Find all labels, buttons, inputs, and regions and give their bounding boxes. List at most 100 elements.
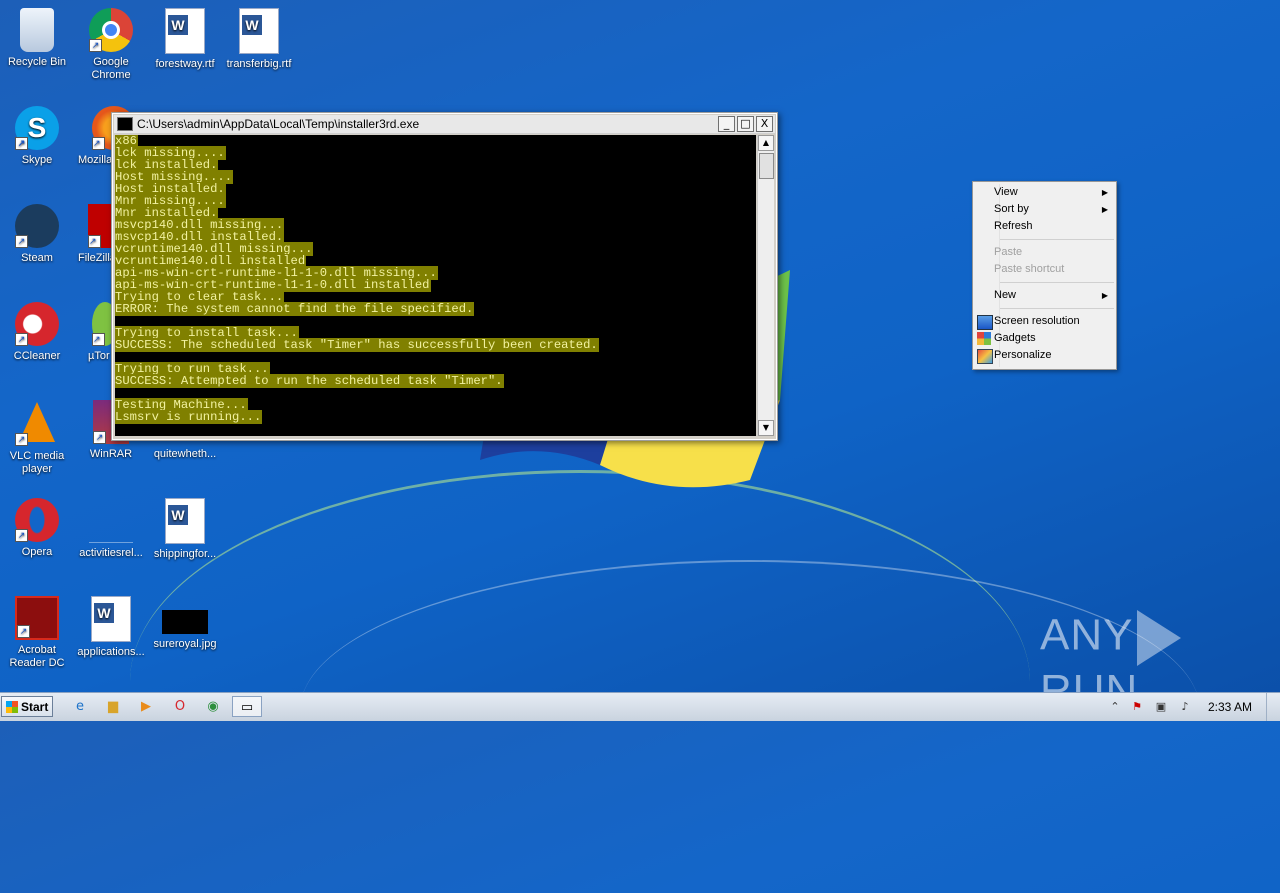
menu-item-paste-shortcut: Paste shortcut [973,261,1116,278]
console-line-text: ERROR: The system cannot find the file s… [115,302,475,316]
console-taskbar-button[interactable]: ▭ [232,696,262,717]
show-hidden-icons-icon[interactable]: ⌃ [1108,700,1122,714]
file-explorer-icon[interactable]: ▆ [99,696,127,717]
media-player-icon[interactable]: ▶ [132,696,160,717]
desktop-icon-vlc[interactable]: ↗ VLC media player [0,400,74,476]
desktop-icon-skype[interactable]: S ↗ Skype [0,106,74,167]
menu-item-sort-by[interactable]: Sort by ▶ [973,201,1116,218]
desktop-icon-acrobat[interactable]: ↗ Acrobat Reader DC [0,596,74,670]
recycle-bin-icon [20,8,54,52]
menu-item-label: Sort by [994,203,1029,215]
skype-icon: S ↗ [15,106,59,150]
menu-separator [1000,308,1114,309]
desktop-icon-opera[interactable]: ↗ Opera [0,498,74,559]
menu-separator [1000,282,1114,283]
menu-item-label: Screen resolution [994,315,1080,327]
network-icon[interactable]: ▣ [1154,700,1168,714]
desktop-icon-label: WinRAR [89,448,133,460]
menu-separator [1000,239,1114,240]
submenu-arrow-icon: ▶ [1101,205,1108,214]
word-document-icon [239,8,279,54]
menu-item-refresh[interactable]: Refresh [973,218,1116,235]
vlc-icon: ↗ [15,402,59,446]
play-icon [1137,610,1182,666]
wallpaper-swoosh [130,470,1030,893]
desktop-icon-label: forestway.rtf [155,58,215,70]
start-label: Start [21,700,49,714]
vertical-scrollbar[interactable]: ▲ ▼ [757,135,774,436]
console-line: ERROR: The system cannot find the file s… [115,302,756,316]
desktop-icon-label: Google Chrome [91,56,131,81]
maximize-button[interactable]: □ [737,116,754,132]
submenu-arrow-icon: ▶ [1101,291,1108,300]
menu-item-label: Paste shortcut [994,263,1065,275]
desktop-context-menu: View ▶ Sort by ▶ Refresh Paste Paste shortcut N… [972,181,1117,370]
menu-item-personalize[interactable]: Personalize [973,347,1116,364]
opera-icon[interactable]: O [166,696,194,717]
desktop-icon-label: shippingfor... [153,548,217,560]
console-line: SUCCESS: The scheduled task "Timer" has … [115,338,756,352]
desktop-icon-recycle-bin[interactable]: Recycle Bin [0,8,74,69]
desktop-icon-activitiesrel[interactable]: activitiesrel... [74,498,148,560]
console-line-text: Lsmsrv is running... [115,410,263,424]
word-document-icon [91,596,131,642]
menu-item-label: Gadgets [994,332,1036,344]
desktop-icon-sureroyal[interactable]: sureroyal.jpg [148,596,222,651]
word-document-icon [165,8,205,54]
file-icon [89,498,133,543]
image-file-icon [162,610,208,634]
desktop-icon-label: activitiesrel... [79,547,143,559]
desktop-icon-shippingfor[interactable]: shippingfor... [148,498,222,561]
menu-item-new[interactable]: New ▶ [973,287,1116,304]
steam-icon: ↗ [15,204,59,248]
menu-item-view[interactable]: View ▶ [973,184,1116,201]
desktop-icon-forestway[interactable]: forestway.rtf [148,8,222,71]
minimize-button[interactable]: _ [718,116,735,132]
desktop-icon-label: transferbig.rtf [226,58,292,70]
console-line: SUCCESS: Attempted to run the scheduled … [115,374,756,388]
personalize-icon [977,349,993,364]
watermark-text-left: ANY [1040,610,1134,660]
console-line-text: SUCCESS: Attempted to run the scheduled … [115,374,504,388]
menu-item-gadgets[interactable]: Gadgets [973,330,1116,347]
desktop-icon-google-chrome[interactable]: ↗ Google Chrome [74,8,148,82]
desktop-icon-label: Recycle Bin [7,56,67,68]
clock[interactable]: 2:33 AM [1208,693,1252,721]
internet-explorer-icon[interactable]: e [66,696,94,717]
desktop-icon-label: quitewheth... [153,448,217,460]
desktop-icon-ccleaner[interactable]: ↗ CCleaner [0,302,74,363]
scroll-up-icon[interactable]: ▲ [758,135,774,151]
desktop-icon-label: Opera [21,546,53,558]
console-titlebar[interactable]: C:\Users\admin\AppData\Local\Temp\instal… [114,115,775,134]
windows-flag-icon [6,701,18,713]
scroll-thumb[interactable] [759,153,774,179]
chrome-icon: ↗ [89,8,133,52]
ccleaner-icon: ↗ [15,302,59,346]
desktop-icon-applications[interactable]: applications... [74,596,148,659]
desktop-icon-steam[interactable]: ↗ Steam [0,204,74,265]
desktop-icon-transferbig[interactable]: transferbig.rtf [222,8,296,71]
close-button[interactable]: X [756,116,773,132]
console-output[interactable]: x86 lck missing.... lck installed. Host mis… [115,135,756,436]
scroll-down-icon[interactable]: ▼ [758,420,774,436]
window-title: C:\Users\admin\AppData\Local\Temp\instal… [137,117,420,131]
submenu-arrow-icon: ▶ [1101,188,1108,197]
opera-icon: ↗ [15,498,59,542]
desktop-icon-label: Acrobat Reader DC [9,644,65,669]
show-desktop-button[interactable] [1266,693,1280,721]
menu-item-screen-resolution[interactable]: Screen resolution [973,313,1116,330]
taskbar: Start e ▆ ▶ O ◉ ▭ ⌃ ⚑ ▣ ♪ 2:33 AM [0,692,1280,721]
desktop-icon-label: sureroyal.jpg [153,638,217,650]
screen-resolution-icon [977,315,993,330]
volume-icon[interactable]: ♪ [1178,700,1192,714]
chrome-icon[interactable]: ◉ [199,696,227,717]
action-center-icon[interactable]: ⚑ [1130,700,1144,714]
menu-item-label: View [994,186,1018,198]
menu-item-label: New [994,289,1017,301]
gadgets-icon [977,332,991,345]
desktop-icon-label: Skype [21,154,53,166]
menu-item-paste: Paste [973,244,1116,261]
console-window[interactable]: C:\Users\admin\AppData\Local\Temp\instal… [111,112,778,441]
start-button[interactable]: Start [1,696,53,717]
desktop-icon-label: applications... [77,646,145,658]
